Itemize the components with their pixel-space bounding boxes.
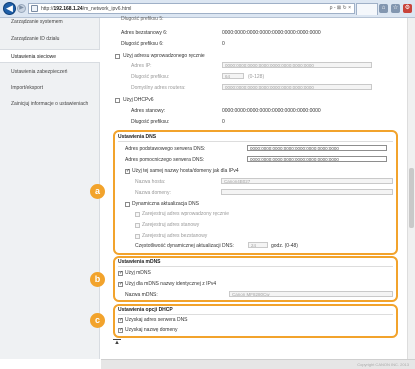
back-arrow-icon[interactable]: ◀ (3, 2, 16, 15)
sidebar: Zarządzanie systemem Zarządzanie ID dzia… (0, 18, 100, 359)
manual-address-label: Użyj adresu wprowadzonego ręcznie (123, 53, 205, 59)
router-address-input[interactable]: 0000:0000:0000:0000:0000:0000:0000:0000 (222, 84, 372, 90)
dynamic-dns-label: Dynamiczna aktualizacja DNS (132, 201, 199, 207)
primary-dns-input[interactable]: 0000:0000:0000:0000:0000:0000:0000:0000 (247, 145, 387, 151)
sidebar-item-security[interactable]: Ustawienia zabezpieczeń (0, 65, 100, 79)
sidebar-item-initialize[interactable]: Zainicjuj informacje o ustawieniach (0, 97, 100, 111)
prefix6-value: 0 (222, 41, 225, 47)
register-manual-label: Zarejestruj adres wprowadzony ręcznie (142, 211, 229, 217)
page-footer: Copyright CANON INC. 2013 (101, 359, 415, 369)
vertical-scrollbar[interactable] (407, 18, 415, 359)
host-name-input[interactable]: Canon4B027 (221, 178, 393, 184)
obtain-dns-server-checkbox[interactable] (118, 317, 123, 323)
dhcpv6-label: Użyj DHCPv6 (123, 97, 154, 103)
stateful-address-value: 0000:0000:0000:0000:0000:0000:0000:0000 (222, 108, 321, 114)
prefix-range-label: (0-128) (248, 74, 265, 80)
obtain-dns-server-label: Uzyskaj adres serwera DNS (125, 317, 188, 323)
same-host-label: Użyj tej samej nazwy hosta/domeny jak dl… (132, 168, 239, 174)
prefix6-label: Długość prefiksu 6: (121, 41, 164, 47)
mdns-name-input[interactable]: Canon MF8280Cw (229, 291, 393, 297)
url-text: http://192.168.1.24/m_network_ipv6.html (41, 6, 132, 12)
obtain-domain-name-checkbox[interactable] (118, 327, 123, 333)
browser-tab[interactable] (356, 3, 378, 15)
sidebar-item-system[interactable]: Zarządzanie systemem (0, 15, 100, 29)
stateless-address-value: 0000:0000:0000:0000:0000:0000:0000:0000 (222, 30, 321, 36)
obtain-domain-name-label: Uzyskaj nazwę domeny (125, 327, 178, 333)
secondary-dns-label: Adres pomocniczego serwera DNS: (125, 157, 205, 163)
stateful-prefix-label: Długość prefiksu: (131, 119, 170, 125)
stateless-address-label: Adres bezstanowy 6: (121, 30, 168, 36)
truncated-label: Długość prefiksu 5: (121, 16, 164, 22)
prefix-length-label: Długość prefiksu: (131, 74, 170, 80)
use-mdns-label: Użyj mDNS (125, 270, 151, 276)
register-stateful-label: Zarejestruj adres stanowy (142, 222, 200, 228)
dhcp-options-section-title: Ustawienia opcji DHCP (118, 307, 173, 313)
prefix-length-input[interactable]: 64 (222, 73, 244, 79)
sidebar-item-import-export[interactable]: Import/eksport (0, 81, 100, 95)
sidebar-item-department-id[interactable]: Zarządzanie ID działu (0, 32, 100, 46)
host-name-label: Nazwa hosta: (135, 179, 166, 185)
ip-address-input[interactable]: 0000:0000:0000:0000:0000:0000:0000:0000 (222, 62, 372, 68)
mdns-same-name-label: Użyj dla mDNS nazwy identycznej z IPv4 (125, 281, 217, 287)
dynamic-dns-checkbox[interactable] (125, 202, 130, 207)
dhcpv6-checkbox[interactable] (115, 98, 120, 103)
dns-interval-unit: godz. (0-48) (271, 243, 298, 249)
dns-interval-input[interactable]: 24 (248, 242, 268, 248)
dns-interval-label: Częstotliwość dynamicznej aktualizacji D… (135, 243, 234, 249)
address-tools[interactable]: ρ - ⊠ ↻ × (330, 5, 351, 11)
window-controls: ⌂ ☆ ⚙ (379, 4, 412, 13)
gear-icon[interactable]: ⚙ (403, 4, 412, 13)
ip-address-label: Adres IP: (131, 63, 152, 69)
back-to-top-icon[interactable]: ▲ (114, 340, 120, 346)
mdns-same-name-checkbox[interactable] (118, 281, 123, 287)
domain-name-input[interactable] (221, 189, 393, 195)
callout-badge-a: a (90, 184, 105, 199)
stateful-prefix-value: 0 (222, 119, 225, 125)
primary-dns-label: Adres podstawowego serwera DNS: (125, 146, 206, 152)
mdns-divider (118, 266, 393, 267)
use-mdns-checkbox[interactable] (118, 270, 123, 276)
address-bar[interactable]: http://192.168.1.24/m_network_ipv6.html … (28, 3, 355, 14)
home-icon[interactable]: ⌂ (379, 4, 388, 13)
register-manual-checkbox[interactable] (135, 212, 140, 217)
secondary-dns-input[interactable]: 0000:0000:0000:0000:0000:0000:0000:0000 (247, 156, 387, 162)
sidebar-item-network[interactable]: Ustawienia sieciowe (0, 49, 100, 63)
dns-section-title: Ustawienia DNS (118, 134, 157, 140)
mdns-section-title: Ustawienia mDNS (118, 259, 161, 265)
manual-address-checkbox[interactable] (115, 54, 120, 59)
star-icon[interactable]: ☆ (391, 4, 400, 13)
copyright-text: Copyright CANON INC. 2013 (357, 362, 409, 367)
stateful-address-label: Adres stanowy: (131, 108, 166, 114)
same-host-checkbox[interactable] (125, 168, 130, 174)
callout-badge-b: b (90, 272, 105, 287)
mdns-name-label: Nazwa mDNS: (125, 292, 158, 298)
page-icon (31, 5, 38, 12)
register-stateless-checkbox[interactable] (135, 234, 140, 239)
callout-badge-c: c (90, 313, 105, 328)
forward-arrow-icon[interactable]: ▶ (17, 4, 26, 13)
register-stateful-checkbox[interactable] (135, 223, 140, 228)
dns-divider (118, 141, 393, 142)
scrollbar-thumb[interactable] (409, 168, 414, 228)
router-address-label: Domyślny adres routera: (131, 85, 186, 91)
dhcp-options-divider (118, 314, 393, 315)
domain-name-label: Nazwa domeny: (135, 190, 171, 196)
register-stateless-label: Zarejestruj adres bezstanowy (142, 233, 208, 239)
